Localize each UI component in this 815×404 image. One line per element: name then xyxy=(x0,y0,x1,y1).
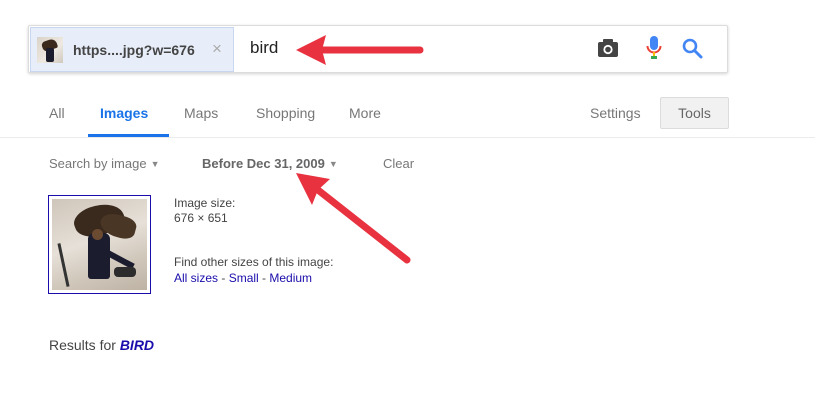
chevron-down-icon: ▼ xyxy=(328,159,338,169)
search-by-image-dropdown[interactable]: Search by image ▼ xyxy=(49,156,159,171)
search-query-input[interactable]: bird xyxy=(250,38,278,58)
image-size-value: 676 × 651 xyxy=(174,211,228,225)
link-separator: - xyxy=(258,271,270,285)
eagle-photo xyxy=(52,199,147,290)
tab-shopping[interactable]: Shopping xyxy=(256,105,315,121)
results-term-link[interactable]: BIRD xyxy=(120,337,154,353)
date-filter-label: Before Dec 31, 2009 xyxy=(202,156,325,171)
arrow-to-date-filter-icon xyxy=(296,173,411,264)
date-filter-dropdown[interactable]: Before Dec 31, 2009 ▼ xyxy=(202,156,338,171)
clear-filters-link[interactable]: Clear xyxy=(383,156,414,171)
search-by-image-label: Search by image xyxy=(49,156,147,171)
settings-button[interactable]: Settings xyxy=(590,105,641,121)
chevron-down-icon: ▼ xyxy=(150,159,160,169)
image-size-label: Image size: xyxy=(174,196,236,210)
find-other-sizes-label: Find other sizes of this image: xyxy=(174,255,334,269)
small-size-link[interactable]: Small xyxy=(229,271,259,285)
query-image-thumbnail xyxy=(37,37,63,63)
all-sizes-link[interactable]: All sizes xyxy=(174,271,218,285)
camera-icon[interactable] xyxy=(597,38,619,58)
microphone-icon[interactable] xyxy=(646,35,662,61)
tab-maps[interactable]: Maps xyxy=(184,105,218,121)
image-url-label: https....jpg?w=676 xyxy=(73,42,195,58)
size-links: All sizes - Small - Medium xyxy=(174,271,312,285)
tools-button[interactable]: Tools xyxy=(660,97,729,129)
search-bar[interactable]: https....jpg?w=676 × bird xyxy=(28,25,728,73)
results-heading: Results for BIRD xyxy=(49,337,154,353)
search-icon[interactable] xyxy=(681,37,703,59)
tab-more[interactable]: More xyxy=(349,105,381,121)
active-tab-indicator xyxy=(88,134,169,137)
search-nav-tabs: All Images Maps Shopping More Settings T… xyxy=(0,97,815,138)
link-separator: - xyxy=(218,271,229,285)
query-image-preview[interactable] xyxy=(48,195,151,294)
medium-size-link[interactable]: Medium xyxy=(269,271,312,285)
remove-image-icon[interactable]: × xyxy=(212,40,222,57)
search-by-image-chip[interactable]: https....jpg?w=676 × xyxy=(30,27,234,72)
tab-all[interactable]: All xyxy=(49,105,65,121)
tab-images[interactable]: Images xyxy=(100,105,148,121)
results-prefix: Results for xyxy=(49,337,120,353)
